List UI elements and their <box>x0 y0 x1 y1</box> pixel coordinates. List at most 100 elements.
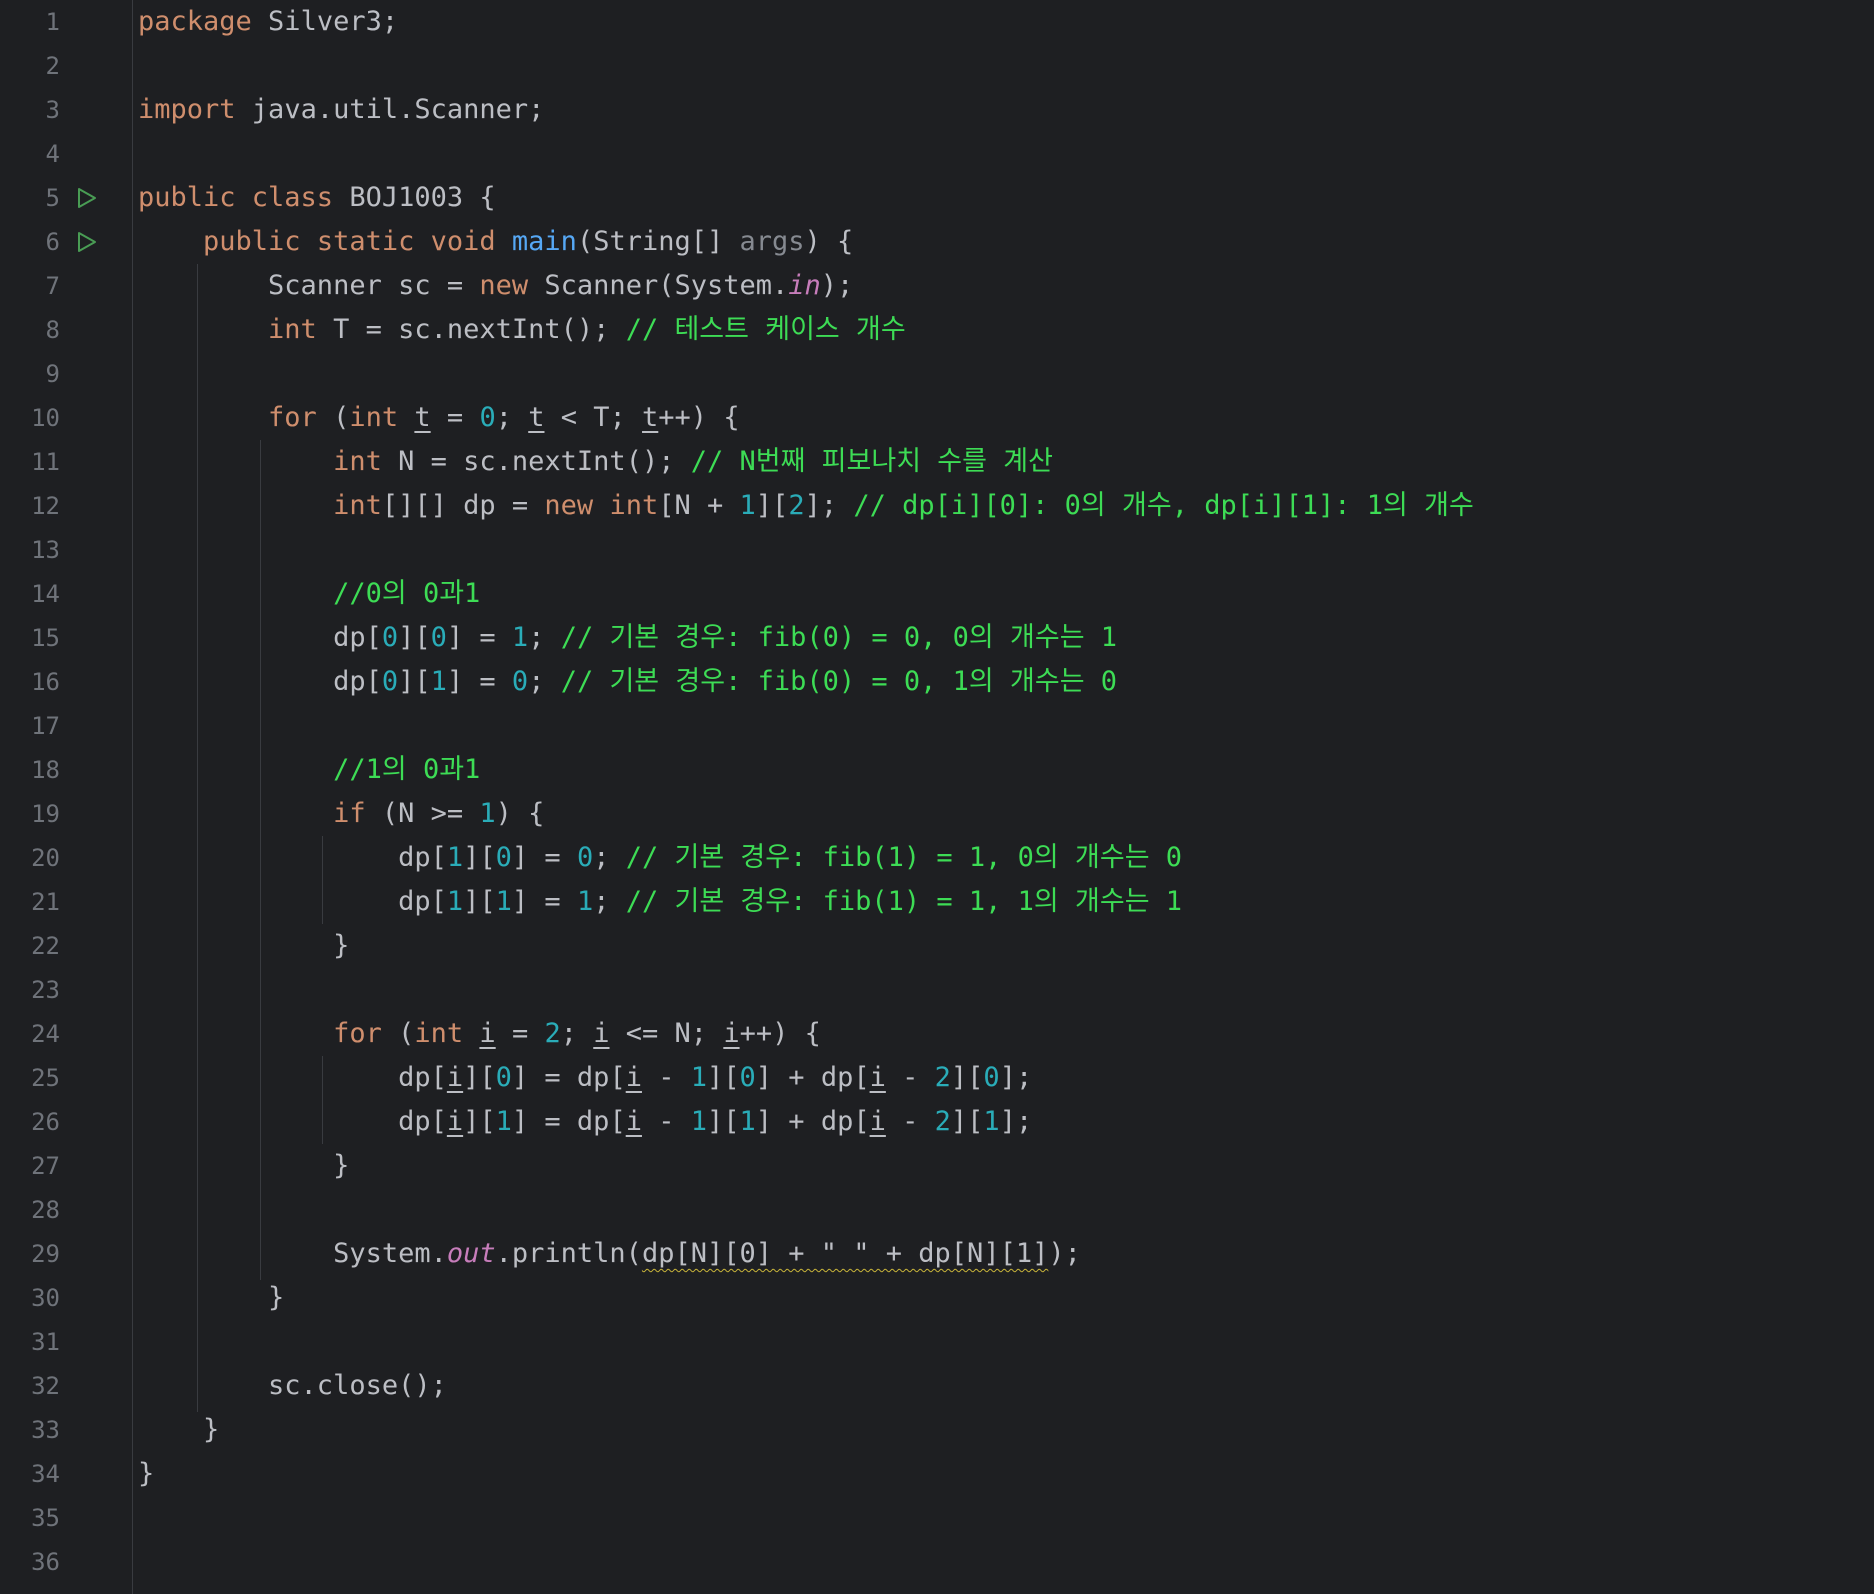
code-token: //0의 0과1 <box>333 578 481 609</box>
gutter-line: 17 <box>0 704 132 748</box>
code-token: int <box>333 490 382 521</box>
code-token: ] = <box>511 842 577 873</box>
code-token: 0 <box>495 1062 512 1093</box>
code-token: } <box>138 1282 285 1313</box>
line-number: 7 <box>45 272 60 300</box>
code-token: int <box>349 402 399 433</box>
code-token: ); <box>1048 1238 1081 1269</box>
code-token: .println( <box>495 1238 642 1269</box>
code-token: args <box>739 226 805 257</box>
code-line[interactable]: sc.close(); <box>138 1364 447 1408</box>
code-token: 1 <box>739 1106 756 1137</box>
code-line[interactable]: System.out.println(dp[N][0] + " " + dp[N… <box>138 1232 1081 1276</box>
code-line[interactable]: package Silver3; <box>138 0 398 44</box>
code-line[interactable]: } <box>138 1452 154 1496</box>
code-line[interactable]: } <box>138 1276 284 1320</box>
gutter-line: 15 <box>0 616 132 660</box>
code-line[interactable]: Scanner sc = new Scanner(System.in); <box>138 264 853 308</box>
line-number: 25 <box>31 1064 60 1092</box>
code-token: ][ <box>463 842 496 873</box>
code-token: 1 <box>479 798 496 829</box>
gutter-line: 13 <box>0 528 132 572</box>
code-line[interactable]: dp[0][0] = 1; // 기본 경우: fib(0) = 0, 0의 개… <box>138 616 1117 660</box>
code-token: i <box>446 1062 464 1093</box>
code-token: Scanner(System. <box>528 270 789 301</box>
code-token: i <box>869 1062 886 1093</box>
code-token: = <box>495 1018 545 1049</box>
code-token: 0 <box>576 842 594 873</box>
code-token: ( <box>381 1018 415 1049</box>
code-line[interactable]: dp[1][1] = 1; // 기본 경우: fib(1) = 1, 1의 개… <box>138 880 1182 924</box>
code-line[interactable]: public static void main(String[] args) { <box>138 220 853 264</box>
code-token: i <box>446 1106 464 1137</box>
gutter-line: 27 <box>0 1144 132 1188</box>
line-number: 12 <box>31 492 60 520</box>
code-token: - <box>885 1106 935 1137</box>
code-line[interactable]: for (int t = 0; t < T; t++) { <box>138 396 740 440</box>
line-number: 17 <box>31 712 60 740</box>
code-token: 0 <box>983 1062 1000 1093</box>
code-line[interactable]: //0의 0과1 <box>138 572 480 616</box>
line-number: 18 <box>31 756 60 784</box>
code-line[interactable]: //1의 0과1 <box>138 748 480 792</box>
code-line[interactable]: int T = sc.nextInt(); // 테스트 케이스 개수 <box>138 308 906 352</box>
code-line[interactable]: for (int i = 2; i <= N; i++) { <box>138 1012 821 1056</box>
line-number: 16 <box>31 668 60 696</box>
code-token: } <box>138 930 350 961</box>
code-token: // 기본 경우: fib(0) = 0, 1의 개수는 0 <box>560 666 1118 697</box>
code-line[interactable]: if (N >= 1) { <box>138 792 544 836</box>
line-number-gutter[interactable]: 1 2 3 4 5 6 7 8 9 10 11 12 13 14 15 16 17 18 19 20 21 22 23 24 2… <box>0 0 133 1594</box>
code-line[interactable]: dp[i][0] = dp[i - 1][0] + dp[i - 2][0]; <box>138 1056 1032 1100</box>
code-token: new <box>479 270 529 301</box>
line-number: 20 <box>31 844 60 872</box>
code-token: } <box>138 1414 220 1445</box>
code-line[interactable]: dp[0][1] = 0; // 기본 경우: fib(0) = 0, 1의 개… <box>138 660 1117 704</box>
code-line[interactable]: } <box>138 924 349 968</box>
code-area[interactable]: package Silver3; import java.util.Scanner… <box>133 0 1874 1594</box>
code-token: i <box>625 1106 642 1137</box>
code-line[interactable]: dp[1][0] = 0; // 기본 경우: fib(1) = 1, 0의 개… <box>138 836 1182 880</box>
code-token: t <box>642 402 659 433</box>
line-number: 33 <box>31 1416 60 1444</box>
code-token: [N + <box>658 490 740 521</box>
code-token: 0 <box>381 666 399 697</box>
code-token: 1 <box>576 886 594 917</box>
code-token: N = sc.nextInt(); <box>381 446 691 477</box>
code-token: 0 <box>511 666 529 697</box>
gutter-line: 20 <box>0 836 132 880</box>
code-token: ); <box>820 270 854 301</box>
run-icon[interactable] <box>74 186 98 210</box>
gutter-line: 9 <box>0 352 132 396</box>
code-editor[interactable]: 1 2 3 4 5 6 7 8 9 10 11 12 13 14 15 16 17 18 19 20 21 22 23 24 2… <box>0 0 1874 1594</box>
code-token: ] = <box>446 666 512 697</box>
line-number: 32 <box>31 1372 60 1400</box>
gutter-line: 4 <box>0 132 132 176</box>
code-token: 0 <box>381 622 399 653</box>
run-icon[interactable] <box>74 230 98 254</box>
code-line[interactable]: int N = sc.nextInt(); // N번째 피보나치 수를 계산 <box>138 440 1053 484</box>
code-line[interactable]: public class BOJ1003 { <box>138 176 496 220</box>
code-line[interactable]: dp[i][1] = dp[i - 1][1] + dp[i - 2][1]; <box>138 1100 1032 1144</box>
line-number: 2 <box>45 52 60 80</box>
code-token: new <box>544 490 594 521</box>
code-token: (String[] <box>576 226 740 257</box>
line-number: 30 <box>31 1284 60 1312</box>
code-token: ][ <box>398 666 431 697</box>
code-token: i <box>723 1018 740 1049</box>
code-line[interactable]: int[][] dp = new int[N + 1][2]; // dp[i]… <box>138 484 1474 528</box>
code-token: for <box>333 1018 382 1049</box>
code-token: 1 <box>511 622 529 653</box>
code-line[interactable]: } <box>138 1408 219 1452</box>
code-line[interactable]: } <box>138 1144 349 1188</box>
code-token: ][ <box>463 1062 496 1093</box>
code-token: // 기본 경우: fib(1) = 1, 1의 개수는 1 <box>625 886 1183 917</box>
gutter-line: 35 <box>0 1496 132 1540</box>
code-token: ][ <box>707 1106 740 1137</box>
code-token: 0 <box>479 402 496 433</box>
code-token: ][ <box>950 1062 984 1093</box>
code-line[interactable]: import java.util.Scanner; <box>138 88 544 132</box>
code-token: dp[ <box>138 842 447 873</box>
code-token: 0 <box>739 1062 756 1093</box>
